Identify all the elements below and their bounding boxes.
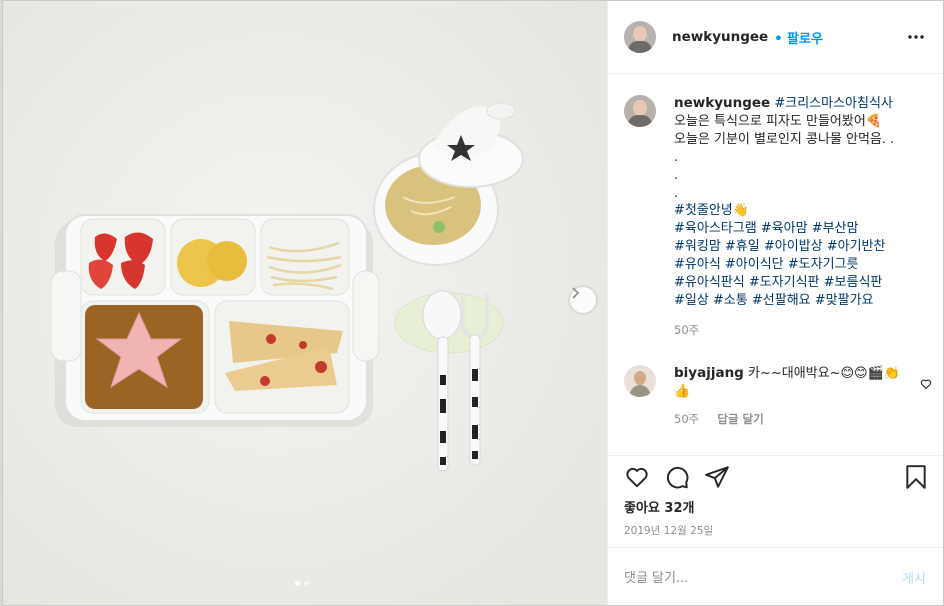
caption-line: . (674, 149, 679, 165)
post-photo[interactable] (3, 1, 607, 605)
more-icon (908, 35, 924, 39)
post-header: newkyungee • 팔로우 (608, 1, 943, 74)
reply-button[interactable]: 답글 달기 (717, 412, 763, 426)
comment-button[interactable] (664, 464, 690, 494)
comment-item: biyajjang 카~~대애박요~😊😊🎬👏👍 50주 답글 달기 (624, 365, 934, 429)
caption-hashtag-line[interactable]: #첫줄안녕👋 (674, 202, 894, 220)
post-window: newkyungee • 팔로우 newkyungee #크리스마스아침식사 오… (2, 0, 944, 606)
caption-avatar[interactable] (624, 95, 656, 127)
comment-like-button[interactable] (920, 375, 932, 394)
comment-age[interactable]: 50주 (674, 412, 699, 426)
comment-avatar[interactable] (624, 365, 656, 397)
carousel-indicator (295, 581, 309, 586)
post-comment-button[interactable]: 게시 (902, 568, 926, 587)
comment-icon (666, 466, 689, 489)
caption-hashtag-line[interactable]: #워킹맘 #휴일 #아이밥상 #아기반찬 (674, 238, 894, 256)
caption-hashtag-line[interactable]: #유아식 #아이식단 #도자기그릇 (674, 256, 894, 274)
like-count[interactable]: 좋아요 32개 (624, 497, 694, 516)
caption-hashtag-line[interactable]: #유아식판식 #도자기식판 #보름식판 (674, 274, 894, 292)
comment-input[interactable] (622, 566, 876, 590)
post-side-panel: newkyungee • 팔로우 newkyungee #크리스마스아침식사 오… (607, 1, 943, 605)
chevron-right-icon (572, 287, 580, 299)
carousel-dot-active (295, 581, 300, 586)
follow-button[interactable]: • 팔로우 (774, 28, 823, 47)
caption-text: newkyungee #크리스마스아침식사 오늘은 특식으로 피자도 만들어봤어… (674, 95, 894, 340)
caption-username[interactable]: newkyungee (674, 95, 770, 111)
caption-line: 오늘은 기분이 별로인지 콩나물 안먹음. . (674, 131, 895, 147)
caption-hashtag-line[interactable]: #일상 #소통 #선팔해요 #맞팔가요 (674, 292, 894, 310)
caption-line: 오늘은 특식으로 피자도 만들어봤어🍕 (674, 113, 882, 129)
share-button[interactable] (704, 464, 730, 494)
save-button[interactable] (904, 464, 928, 494)
food-photo (3, 1, 607, 605)
comment-text: biyajjang 카~~대애박요~😊😊🎬👏👍 50주 답글 달기 (674, 365, 914, 429)
caption-hashtag[interactable]: #크리스마스아침식사 (774, 96, 893, 111)
more-options-button[interactable] (908, 29, 924, 49)
comment-username[interactable]: biyajjang (674, 365, 744, 381)
caption-line: . (674, 185, 679, 201)
heart-icon (920, 379, 932, 390)
caption-line: . (674, 167, 679, 183)
caption: newkyungee #크리스마스아침식사 오늘은 특식으로 피자도 만들어봤어… (624, 95, 930, 340)
caption-age[interactable]: 50주 (674, 322, 894, 340)
caption-hashtag-line[interactable]: #육아스타그램 #육아맘 #부산맘 (674, 220, 894, 238)
post-username[interactable]: newkyungee (672, 29, 768, 45)
carousel-dot (304, 581, 309, 586)
like-button[interactable] (624, 464, 650, 494)
bookmark-icon (906, 465, 926, 489)
heart-icon (626, 468, 648, 488)
comment-input-row: 게시 (608, 547, 943, 605)
share-icon (705, 466, 729, 488)
avatar[interactable] (624, 21, 656, 53)
post-date[interactable]: 2019년 12월 25일 (624, 523, 713, 538)
carousel-next-button[interactable] (570, 287, 596, 313)
